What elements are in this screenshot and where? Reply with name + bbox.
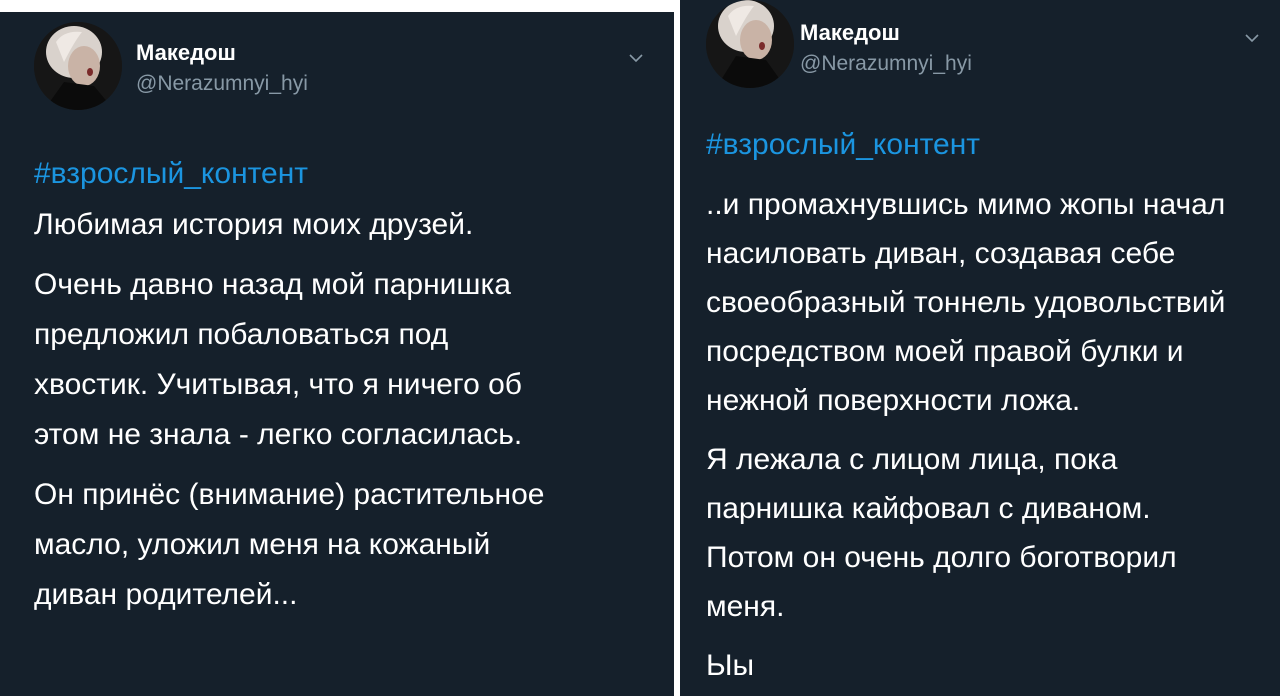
profile-photo [34,22,122,110]
tweet-line: предложил побаловаться под [34,318,449,351]
tweet-line: Любимая история моих друзей. [34,208,474,241]
profile-photo [706,0,794,88]
tweet-line: Он принёс (внимание) растительное [34,478,545,511]
tweet-card-left: Македош @Nerazumnyi_hyi #взрослый_контен… [0,12,674,696]
tweet-line: нежной поверхности ложа. [706,384,1081,417]
tweet-line: ..и промахнувшись мимо жопы начал [706,188,1226,221]
tweet-line: диван родителей... [34,578,298,611]
tweet-text: ..и промахнувшись мимо жопы начал насило… [706,180,1225,696]
tweet-paragraph: Ыы [706,641,1225,690]
tweet-paragraph: ..и промахнувшись мимо жопы начал насило… [706,180,1225,425]
tweet-line: хвостик. Учитывая, что я ничего об [34,368,522,401]
chevron-down-icon[interactable] [624,50,648,66]
user-handle[interactable]: @Nerazumnyi_hyi [800,52,972,76]
user-handle[interactable]: @Nerazumnyi_hyi [136,72,308,96]
tweet-text: Любимая история моих друзей. Очень давно… [34,200,544,630]
avatar[interactable] [34,22,122,110]
tweet-line: посредством моей правой булки и [706,335,1184,368]
tweet-paragraph: Очень давно назад мой парнишка предложил… [34,260,544,460]
tweet-line: Я лежала с лицом лица, пока [706,443,1118,476]
tweet-line: парнишка кайфовал с диваном. [706,492,1151,525]
tweet-line: своеобразный тоннель удовольствий [706,286,1226,319]
tweet-line: этом не знала - легко согласилась. [34,418,523,451]
tweet-line: Очень давно назад мой парнишка [34,268,511,301]
hashtag-link[interactable]: #взрослый_контент [706,128,980,162]
display-name[interactable]: Македош [136,40,236,66]
display-name[interactable]: Македош [800,20,900,46]
tweet-line: меня. [706,590,785,623]
hashtag-link[interactable]: #взрослый_контент [34,157,308,191]
tweet-line: насиловать диван, создавая себе [706,237,1176,270]
tweet-paragraph: Любимая история моих друзей. [34,200,544,250]
chevron-down-icon[interactable] [1240,30,1264,46]
tweet-paragraph: Он принёс (внимание) растительное масло,… [34,470,544,620]
avatar[interactable] [706,0,794,88]
tweet-paragraph: Я лежала с лицом лица, пока парнишка кай… [706,435,1225,631]
tweet-line: Потом он очень долго боготворил [706,541,1177,574]
tweet-line: Ыы [706,649,755,682]
tweet-line: масло, уложил меня на кожаный [34,528,491,561]
tweet-card-right: Македош @Nerazumnyi_hyi #взрослый_контен… [680,0,1280,696]
